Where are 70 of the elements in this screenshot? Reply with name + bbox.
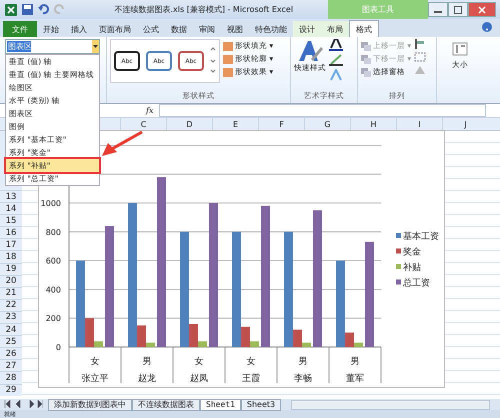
redo-icon[interactable] bbox=[54, 4, 65, 14]
category-group-label: 男 bbox=[350, 357, 360, 367]
ribbon-tab[interactable]: 审阅 bbox=[193, 21, 221, 37]
close-icon bbox=[478, 6, 486, 14]
undo-icon[interactable] bbox=[38, 4, 49, 14]
y-tick-label: 1000 bbox=[40, 199, 61, 208]
wordart-icon bbox=[297, 39, 323, 63]
category-group-label: 男 bbox=[298, 357, 308, 367]
sheet-tab[interactable]: Sheet3 bbox=[240, 398, 282, 410]
legend-swatch bbox=[396, 233, 401, 238]
ribbon-tab[interactable]: 视图 bbox=[221, 21, 249, 37]
legend-label: 补贴 bbox=[403, 263, 421, 273]
ribbon-tab[interactable]: 数据 bbox=[165, 21, 193, 37]
legend-label: 总工资 bbox=[403, 278, 430, 288]
window-title: 不连续数据图表.xls [兼容模式] - Microsoft Excel bbox=[114, 4, 294, 15]
category-label: 董军 bbox=[346, 374, 364, 384]
ribbon-tab[interactable]: 布局 bbox=[321, 21, 349, 37]
bar[interactable] bbox=[293, 330, 302, 347]
sheet-nav-icon[interactable] bbox=[3, 400, 43, 408]
bar[interactable] bbox=[189, 324, 198, 347]
category-label: 李畅 bbox=[294, 374, 312, 384]
category-label: 王霞 bbox=[242, 374, 260, 384]
legend-swatch bbox=[396, 264, 401, 269]
chart-tools-label: 图表工具 bbox=[328, 0, 428, 19]
text-fill-icon[interactable] bbox=[329, 39, 343, 51]
ribbon-tab[interactable]: 页面布局 bbox=[93, 21, 137, 37]
help-icon[interactable] bbox=[482, 22, 492, 32]
legend-swatch bbox=[396, 248, 401, 254]
ribbon-tab[interactable]: 公式 bbox=[137, 21, 165, 37]
category-group-label: 男 bbox=[142, 357, 152, 367]
category-group-label: 女 bbox=[90, 357, 100, 367]
maximize-button[interactable] bbox=[448, 2, 468, 17]
excel-logo-icon bbox=[5, 4, 17, 16]
category-group-label: 女 bbox=[194, 357, 204, 367]
maximize-icon bbox=[454, 6, 462, 14]
y-tick-label: 600 bbox=[46, 256, 61, 266]
caret-icon bbox=[93, 45, 98, 48]
ribbon-tab[interactable]: 文件 bbox=[3, 21, 37, 37]
save-icon[interactable] bbox=[22, 4, 33, 14]
legend-label: 奖金 bbox=[403, 248, 421, 258]
size-icon bbox=[452, 42, 468, 56]
arrow-annotation bbox=[100, 130, 144, 158]
sheet-tab[interactable]: 不连续数据图表 bbox=[132, 398, 200, 410]
chart-element-dropdown[interactable]: 图表区 bbox=[5, 39, 100, 54]
bar[interactable] bbox=[241, 326, 250, 347]
ribbon-tab[interactable]: 设计 bbox=[293, 21, 321, 37]
sheet-tab[interactable]: Sheet1 bbox=[200, 398, 241, 410]
category-group-label: 女 bbox=[246, 357, 256, 367]
category-label: 赵龙 bbox=[138, 374, 156, 384]
horizontal-scrollbar[interactable] bbox=[291, 400, 490, 410]
legend-label: 基本工资 bbox=[403, 232, 439, 242]
y-tick-label: 0 bbox=[56, 343, 61, 352]
minimize-button[interactable] bbox=[428, 2, 448, 17]
close-button[interactable] bbox=[468, 2, 496, 17]
ribbon-tab[interactable]: 特色功能 bbox=[249, 21, 293, 37]
formula-input[interactable] bbox=[159, 104, 486, 117]
legend-swatch bbox=[396, 280, 401, 284]
ribbon-tab[interactable]: 插入 bbox=[65, 21, 93, 37]
bar[interactable] bbox=[137, 325, 146, 347]
category-label: 赵凤 bbox=[190, 374, 208, 384]
ribbon-tab[interactable]: 开始 bbox=[37, 21, 65, 37]
function-label[interactable]: fx bbox=[140, 106, 160, 115]
y-tick-label: 200 bbox=[46, 314, 61, 324]
align-icon[interactable] bbox=[414, 39, 426, 49]
sheet-tab[interactable]: 添加新数据到图表中 bbox=[48, 398, 132, 410]
ribbon-tab[interactable]: 格式 bbox=[349, 20, 379, 37]
y-tick-label: 400 bbox=[46, 285, 61, 294]
text-outline-icon[interactable] bbox=[329, 54, 343, 66]
y-tick-label: 800 bbox=[46, 228, 61, 237]
category-label: 张立平 bbox=[82, 374, 108, 384]
